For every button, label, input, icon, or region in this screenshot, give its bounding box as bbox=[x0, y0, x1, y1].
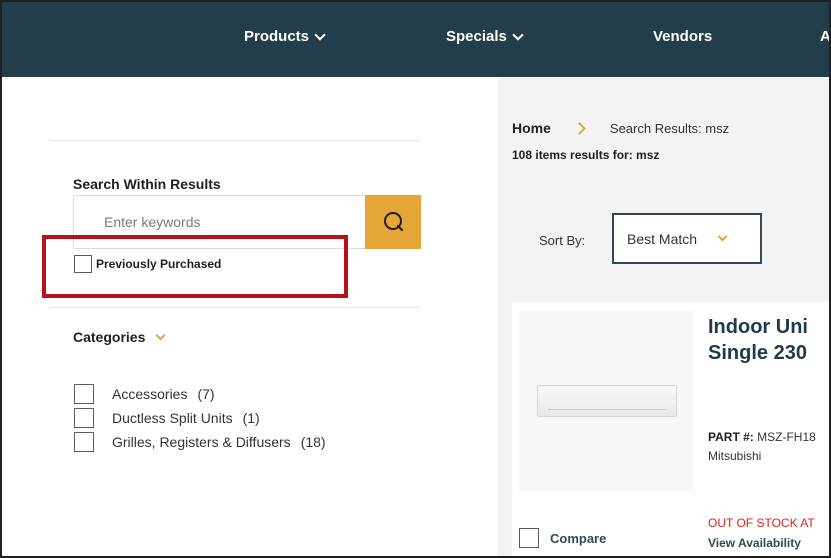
part-number-value: MSZ-FH18 bbox=[757, 430, 816, 444]
product-name-line: Single 230 bbox=[708, 342, 807, 364]
nav-vendors[interactable]: Vendors bbox=[653, 28, 712, 45]
view-availability-link[interactable]: View Availability bbox=[708, 536, 801, 550]
breadcrumb-home-link[interactable]: Home bbox=[512, 120, 551, 136]
sort-selected-value: Best Match bbox=[627, 230, 698, 247]
product-name-line: Indoor Uni bbox=[708, 316, 808, 338]
product-vendor: Mitsubishi bbox=[708, 449, 762, 463]
chevron-down-icon bbox=[314, 28, 326, 41]
chevron-right-icon bbox=[573, 121, 586, 135]
sidebar-divider bbox=[50, 307, 420, 308]
nav-specials-label: Specials bbox=[446, 28, 507, 45]
compare-toggle[interactable]: Compare bbox=[519, 528, 606, 548]
category-item-grilles[interactable]: Grilles, Registers & Diffusers (18) bbox=[74, 430, 326, 454]
nav-products[interactable]: Products bbox=[244, 28, 326, 45]
browser-frame: Products Specials Vendors A Search Withi… bbox=[0, 0, 831, 558]
search-submit-button[interactable] bbox=[365, 195, 421, 249]
category-checkbox[interactable] bbox=[74, 408, 94, 428]
nav-products-label: Products bbox=[244, 28, 310, 45]
category-item-accessories[interactable]: Accessories (7) bbox=[74, 382, 326, 406]
compare-checkbox[interactable] bbox=[519, 528, 539, 548]
category-count: (1) bbox=[242, 410, 260, 426]
product-image[interactable] bbox=[519, 311, 694, 491]
sort-by-label: Sort By: bbox=[539, 233, 586, 248]
chevron-down-icon bbox=[717, 231, 728, 242]
results-count: 108 items results for: msz bbox=[512, 148, 660, 162]
category-label: Grilles, Registers & Diffusers bbox=[112, 434, 291, 450]
chevron-down-icon bbox=[155, 330, 166, 340]
sidebar-divider bbox=[50, 140, 420, 141]
category-list: Accessories (7) Ductless Split Units (1)… bbox=[74, 382, 326, 454]
search-icon bbox=[384, 212, 404, 232]
part-number-label: PART #: bbox=[708, 430, 754, 444]
breadcrumb-current: Search Results: msz bbox=[609, 120, 730, 136]
category-count: (7) bbox=[197, 386, 215, 402]
compare-label: Compare bbox=[550, 530, 607, 546]
nav-item-truncated[interactable]: A bbox=[820, 28, 831, 45]
top-navigation: Products Specials Vendors A bbox=[2, 2, 831, 77]
category-label: Accessories bbox=[112, 386, 188, 402]
categories-title: Categories bbox=[73, 329, 146, 345]
nav-vendors-label: Vendors bbox=[653, 28, 713, 45]
filter-sidebar bbox=[2, 77, 498, 556]
category-label: Ductless Split Units bbox=[112, 410, 233, 426]
search-within-title: Search Within Results bbox=[73, 176, 221, 192]
category-count: (18) bbox=[300, 434, 326, 450]
nav-truncated-label: A bbox=[820, 28, 831, 45]
product-name-link[interactable]: Indoor Uni Single 230 bbox=[708, 314, 829, 366]
breadcrumb: Home Search Results: msz bbox=[512, 120, 729, 136]
categories-toggle[interactable]: Categories bbox=[73, 329, 166, 345]
category-item-ductless-split-units[interactable]: Ductless Split Units (1) bbox=[74, 406, 326, 430]
category-checkbox[interactable] bbox=[74, 432, 94, 452]
annotation-highlight-box bbox=[42, 235, 348, 298]
stock-status: OUT OF STOCK AT bbox=[708, 516, 815, 530]
sort-select[interactable]: Best Match bbox=[612, 213, 762, 264]
ac-unit-illustration bbox=[536, 385, 677, 417]
product-part-number: PART #: MSZ-FH18 bbox=[708, 430, 816, 444]
chevron-down-icon bbox=[512, 28, 524, 41]
nav-specials[interactable]: Specials bbox=[446, 28, 524, 45]
product-card: Compare Indoor Uni Single 230 PART #: MS… bbox=[512, 302, 829, 556]
category-checkbox[interactable] bbox=[74, 384, 94, 404]
